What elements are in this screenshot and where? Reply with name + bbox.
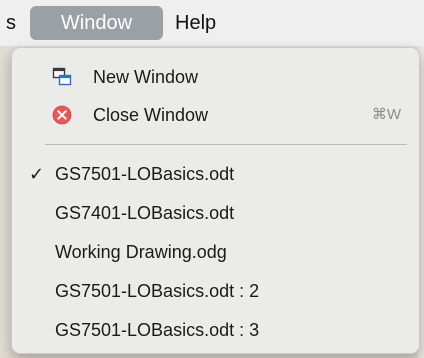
checkmark-icon: ✓ bbox=[29, 164, 45, 184]
menu-item-window-1[interactable]: ✓ GS7501-LOBasics.odt bbox=[12, 159, 419, 189]
menu-item-label: GS7501-LOBasics.odt bbox=[55, 164, 235, 184]
keyboard-shortcut: ⌘W bbox=[371, 106, 401, 123]
menu-item-window-4[interactable]: GS7501-LOBasics.odt : 2 bbox=[12, 276, 419, 306]
menu-bar: s Window Help bbox=[0, 0, 424, 46]
menu-item-label: Close Window bbox=[93, 105, 209, 125]
menubar-item-help[interactable]: Help bbox=[175, 6, 216, 40]
menu-item-label: GS7501-LOBasics.odt : 3 bbox=[55, 320, 260, 340]
menubar-item-truncated[interactable]: s bbox=[0, 6, 16, 40]
menu-item-close-window[interactable]: Close Window ⌘W bbox=[12, 100, 419, 130]
menu-item-label: New Window bbox=[93, 67, 199, 87]
menubar-item-window[interactable]: Window bbox=[30, 6, 163, 40]
menu-item-window-2[interactable]: GS7401-LOBasics.odt bbox=[12, 198, 419, 228]
menu-item-label: GS7501-LOBasics.odt : 2 bbox=[55, 281, 260, 301]
new-window-icon bbox=[52, 67, 72, 86]
close-circle-icon bbox=[52, 105, 72, 125]
menu-item-window-5[interactable]: GS7501-LOBasics.odt : 3 bbox=[12, 315, 419, 345]
menu-item-label: Working Drawing.odg bbox=[55, 242, 227, 262]
window-menu-dropdown: New Window Close Window ⌘W ✓ GS7501-LOBa… bbox=[11, 47, 420, 354]
menu-item-new-window[interactable]: New Window bbox=[12, 62, 419, 92]
menu-separator bbox=[45, 144, 407, 145]
menu-item-window-3[interactable]: Working Drawing.odg bbox=[12, 237, 419, 267]
menu-item-label: GS7401-LOBasics.odt bbox=[55, 203, 235, 223]
